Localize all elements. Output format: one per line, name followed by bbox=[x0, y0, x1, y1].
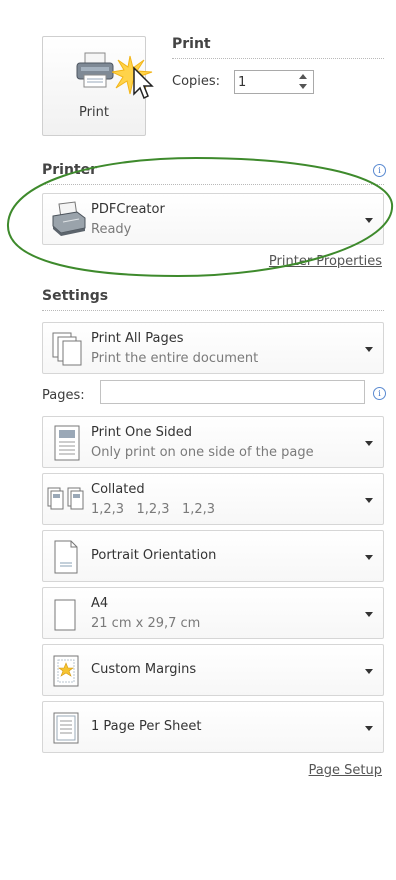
sides-title: Print One Sided bbox=[91, 425, 193, 440]
print-range-subtitle: Print the entire document bbox=[91, 351, 259, 366]
chevron-down-icon bbox=[365, 612, 373, 617]
pages-label: Pages: bbox=[42, 388, 85, 403]
copies-decrement-icon[interactable] bbox=[299, 84, 307, 89]
copies-increment-icon[interactable] bbox=[299, 74, 307, 79]
chevron-down-icon bbox=[365, 555, 373, 560]
paper-size-dropdown[interactable]: A4 21 cm x 29,7 cm bbox=[42, 587, 384, 639]
pages-icon bbox=[52, 332, 82, 366]
one-sided-icon bbox=[54, 425, 80, 461]
margins-dropdown[interactable]: Custom Margins bbox=[42, 644, 384, 696]
margins-icon bbox=[53, 655, 79, 687]
printer-icon bbox=[76, 52, 114, 88]
paper-size-icon bbox=[54, 599, 76, 631]
chevron-down-icon bbox=[365, 441, 373, 446]
settings-divider bbox=[42, 310, 384, 311]
print-range-dropdown[interactable]: Print All Pages Print the entire documen… bbox=[42, 322, 384, 374]
sides-subtitle: Only print on one side of the page bbox=[91, 445, 314, 460]
print-divider bbox=[172, 58, 384, 59]
copies-stepper[interactable] bbox=[234, 70, 314, 94]
orientation-title: Portrait Orientation bbox=[91, 548, 217, 563]
collated-icon bbox=[47, 487, 84, 510]
pages-per-sheet-icon bbox=[53, 712, 79, 744]
portrait-icon bbox=[54, 540, 78, 574]
print-section-title: Print bbox=[172, 36, 211, 52]
print-range-title: Print All Pages bbox=[91, 331, 184, 346]
copies-input[interactable] bbox=[238, 73, 294, 91]
chevron-down-icon bbox=[365, 726, 373, 731]
orientation-dropdown[interactable]: Portrait Orientation bbox=[42, 530, 384, 582]
pages-input[interactable] bbox=[100, 380, 365, 404]
collation-subtitle: 1,2,3 1,2,3 1,2,3 bbox=[91, 502, 216, 517]
cursor-highlight-icon bbox=[112, 55, 154, 100]
sides-dropdown[interactable]: Print One Sided Only print on one side o… bbox=[42, 416, 384, 468]
paper-size-subtitle: 21 cm x 29,7 cm bbox=[91, 616, 201, 631]
chevron-down-icon bbox=[365, 669, 373, 674]
page-setup-link[interactable]: Page Setup bbox=[309, 763, 382, 778]
margins-title: Custom Margins bbox=[91, 662, 197, 677]
collation-title: Collated bbox=[91, 482, 145, 497]
chevron-down-icon bbox=[365, 498, 373, 503]
pages-per-sheet-dropdown[interactable]: 1 Page Per Sheet bbox=[42, 701, 384, 753]
copies-label: Copies: bbox=[172, 74, 221, 89]
pages-per-sheet-title: 1 Page Per Sheet bbox=[91, 719, 202, 734]
chevron-down-icon bbox=[365, 347, 373, 352]
info-icon[interactable]: i bbox=[373, 387, 386, 400]
highlight-ellipse bbox=[6, 156, 394, 278]
print-button-label: Print bbox=[79, 105, 109, 120]
paper-size-title: A4 bbox=[91, 596, 109, 611]
collation-dropdown[interactable]: Collated 1,2,3 1,2,3 1,2,3 bbox=[42, 473, 384, 525]
settings-section-title: Settings bbox=[42, 288, 109, 304]
